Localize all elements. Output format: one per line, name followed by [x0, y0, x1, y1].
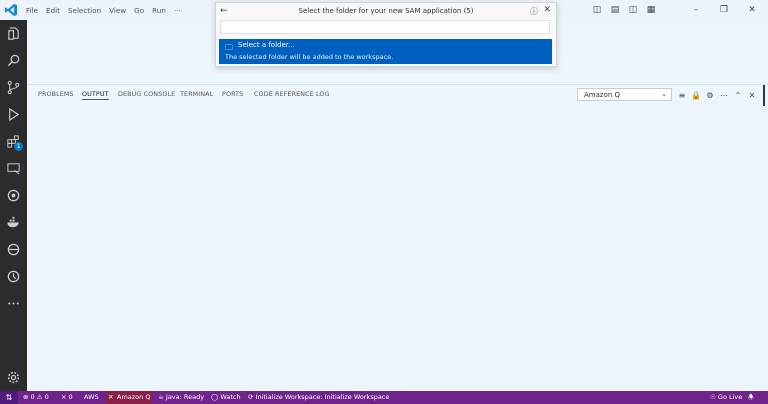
bell-icon[interactable]: 🕭	[748, 393, 754, 404]
menu-view[interactable]: View	[109, 6, 126, 15]
extensions-icon[interactable]: 1	[0, 128, 27, 154]
menu-go[interactable]: Go	[134, 6, 144, 15]
toggle-secondary-sidebar-icon[interactable]: ◫	[626, 5, 640, 15]
tab-output[interactable]: OUTPUT	[82, 90, 109, 100]
init-workspace-status[interactable]: ⟳ Initialize Workspace: Initialize Works…	[248, 393, 389, 401]
settings-gear-icon[interactable]: ⚙	[703, 91, 717, 100]
java-label: Java: Ready	[165, 393, 205, 401]
java-icon: ☕	[158, 393, 164, 401]
menu-more[interactable]: ···	[174, 6, 181, 15]
help-icon[interactable]: ⓘ	[530, 6, 538, 17]
menu-bar: File Edit Selection View Go Run ···	[26, 0, 189, 20]
warning-icon: ⚠	[36, 393, 43, 401]
tab-terminal[interactable]: TERMINAL	[180, 90, 213, 98]
broadcast-icon: ☉	[710, 393, 716, 401]
select-folder-item[interactable]: 🗀 Select a folder... The selected folder…	[219, 39, 552, 64]
quick-pick-dialog: ← Select the folder for your new SAM app…	[215, 2, 557, 67]
ports-count: 0	[68, 393, 73, 401]
watch-label: Watch	[220, 393, 241, 401]
amazon-q-label: Amazon Q	[117, 393, 151, 401]
more-views-icon[interactable]	[0, 290, 27, 316]
error-count: 0	[30, 393, 35, 401]
timeline-icon[interactable]	[0, 263, 27, 289]
source-control-icon[interactable]	[0, 74, 27, 100]
select-folder-label: Select a folder...	[238, 41, 295, 49]
close-panel-icon[interactable]: ✕	[745, 91, 759, 100]
status-bar: ⇅ ⊗ 0 ⚠ 0 ⨯ 0 AWS ✕ Amazon Q ☕ Java: Rea…	[0, 391, 768, 404]
amazon-q-status[interactable]: ✕ Amazon Q	[106, 391, 152, 404]
toggle-panel-icon[interactable]: ▤	[608, 5, 622, 15]
tab-debug-console[interactable]: DEBUG CONSOLE	[118, 90, 175, 98]
aws-toolkit-icon[interactable]	[0, 182, 27, 208]
output-channel-value: Amazon Q	[584, 91, 621, 99]
menu-run[interactable]: Run	[152, 6, 166, 15]
customize-layout-icon[interactable]: ▦	[644, 5, 658, 15]
explorer-icon[interactable]	[0, 20, 27, 46]
lock-scroll-icon[interactable]: 🔒	[689, 91, 703, 100]
vscode-logo-icon	[4, 3, 18, 17]
quick-pick-title: Select the folder for your new SAM appli…	[298, 7, 474, 15]
window-controls: – ❐ ✕	[676, 0, 760, 20]
toggle-primary-sidebar-icon[interactable]: ◫	[590, 5, 604, 15]
maximize-panel-icon[interactable]: ⌃	[731, 91, 745, 100]
docker-icon[interactable]	[0, 209, 27, 235]
minimize-icon[interactable]: –	[688, 5, 704, 15]
go-live-label: Go Live	[717, 393, 743, 401]
remote-explorer-icon[interactable]	[0, 155, 27, 181]
watch-icon: ◯	[211, 393, 219, 401]
menu-file[interactable]: File	[26, 6, 38, 15]
layout-controls: ◫ ▤ ◫ ▦	[586, 0, 658, 20]
sync-icon: ⟳	[248, 393, 254, 401]
aws-status[interactable]: AWS	[84, 393, 99, 401]
output-channel-select[interactable]: Amazon Q ⌄	[577, 88, 672, 101]
search-icon[interactable]	[0, 47, 27, 73]
activity-bar: 1	[0, 20, 27, 391]
run-debug-icon[interactable]	[0, 101, 27, 127]
init-workspace-label: Initialize Workspace: Initialize Workspa…	[255, 393, 390, 401]
restore-icon[interactable]: ❐	[716, 5, 732, 15]
java-status[interactable]: ☕ Java: Ready	[158, 393, 204, 401]
tab-code-reference-log[interactable]: CODE REFERENCE LOG	[254, 90, 330, 98]
quick-pick-input[interactable]	[220, 20, 550, 34]
warning-count: 0	[44, 393, 49, 401]
filter-list-icon[interactable]: ≡	[675, 91, 689, 100]
scrollbar-edge	[763, 85, 765, 106]
more-actions-icon[interactable]: ⋯	[717, 91, 731, 100]
close-icon[interactable]: ✕	[543, 5, 551, 15]
panel-actions: ≡ 🔒 ⚙ ⋯ ⌃ ✕	[675, 88, 759, 102]
extensions-badge: 1	[14, 142, 23, 151]
ports-status[interactable]: ⨯ 0	[61, 393, 73, 401]
chevron-down-icon: ⌄	[661, 90, 667, 98]
connections-icon[interactable]	[0, 236, 27, 262]
manage-gear-icon[interactable]	[0, 364, 27, 390]
remote-indicator-icon[interactable]: ⇅	[0, 391, 18, 404]
tab-problems[interactable]: PROBLEMS	[38, 90, 74, 98]
menu-edit[interactable]: Edit	[46, 6, 60, 15]
close-window-icon[interactable]: ✕	[744, 5, 760, 15]
select-folder-detail: The selected folder will be added to the…	[225, 53, 394, 61]
error-icon: ⊗	[23, 393, 29, 401]
menu-selection[interactable]: Selection	[68, 6, 101, 15]
go-live-status[interactable]: ☉ Go Live	[710, 393, 742, 401]
problems-status[interactable]: ⊗ 0 ⚠ 0	[23, 393, 49, 401]
tab-ports[interactable]: PORTS	[222, 90, 243, 98]
amazon-q-x-icon: ✕	[108, 393, 114, 401]
watch-status[interactable]: ◯ Watch	[211, 393, 241, 401]
radio-tower-icon: ⨯	[61, 393, 67, 401]
